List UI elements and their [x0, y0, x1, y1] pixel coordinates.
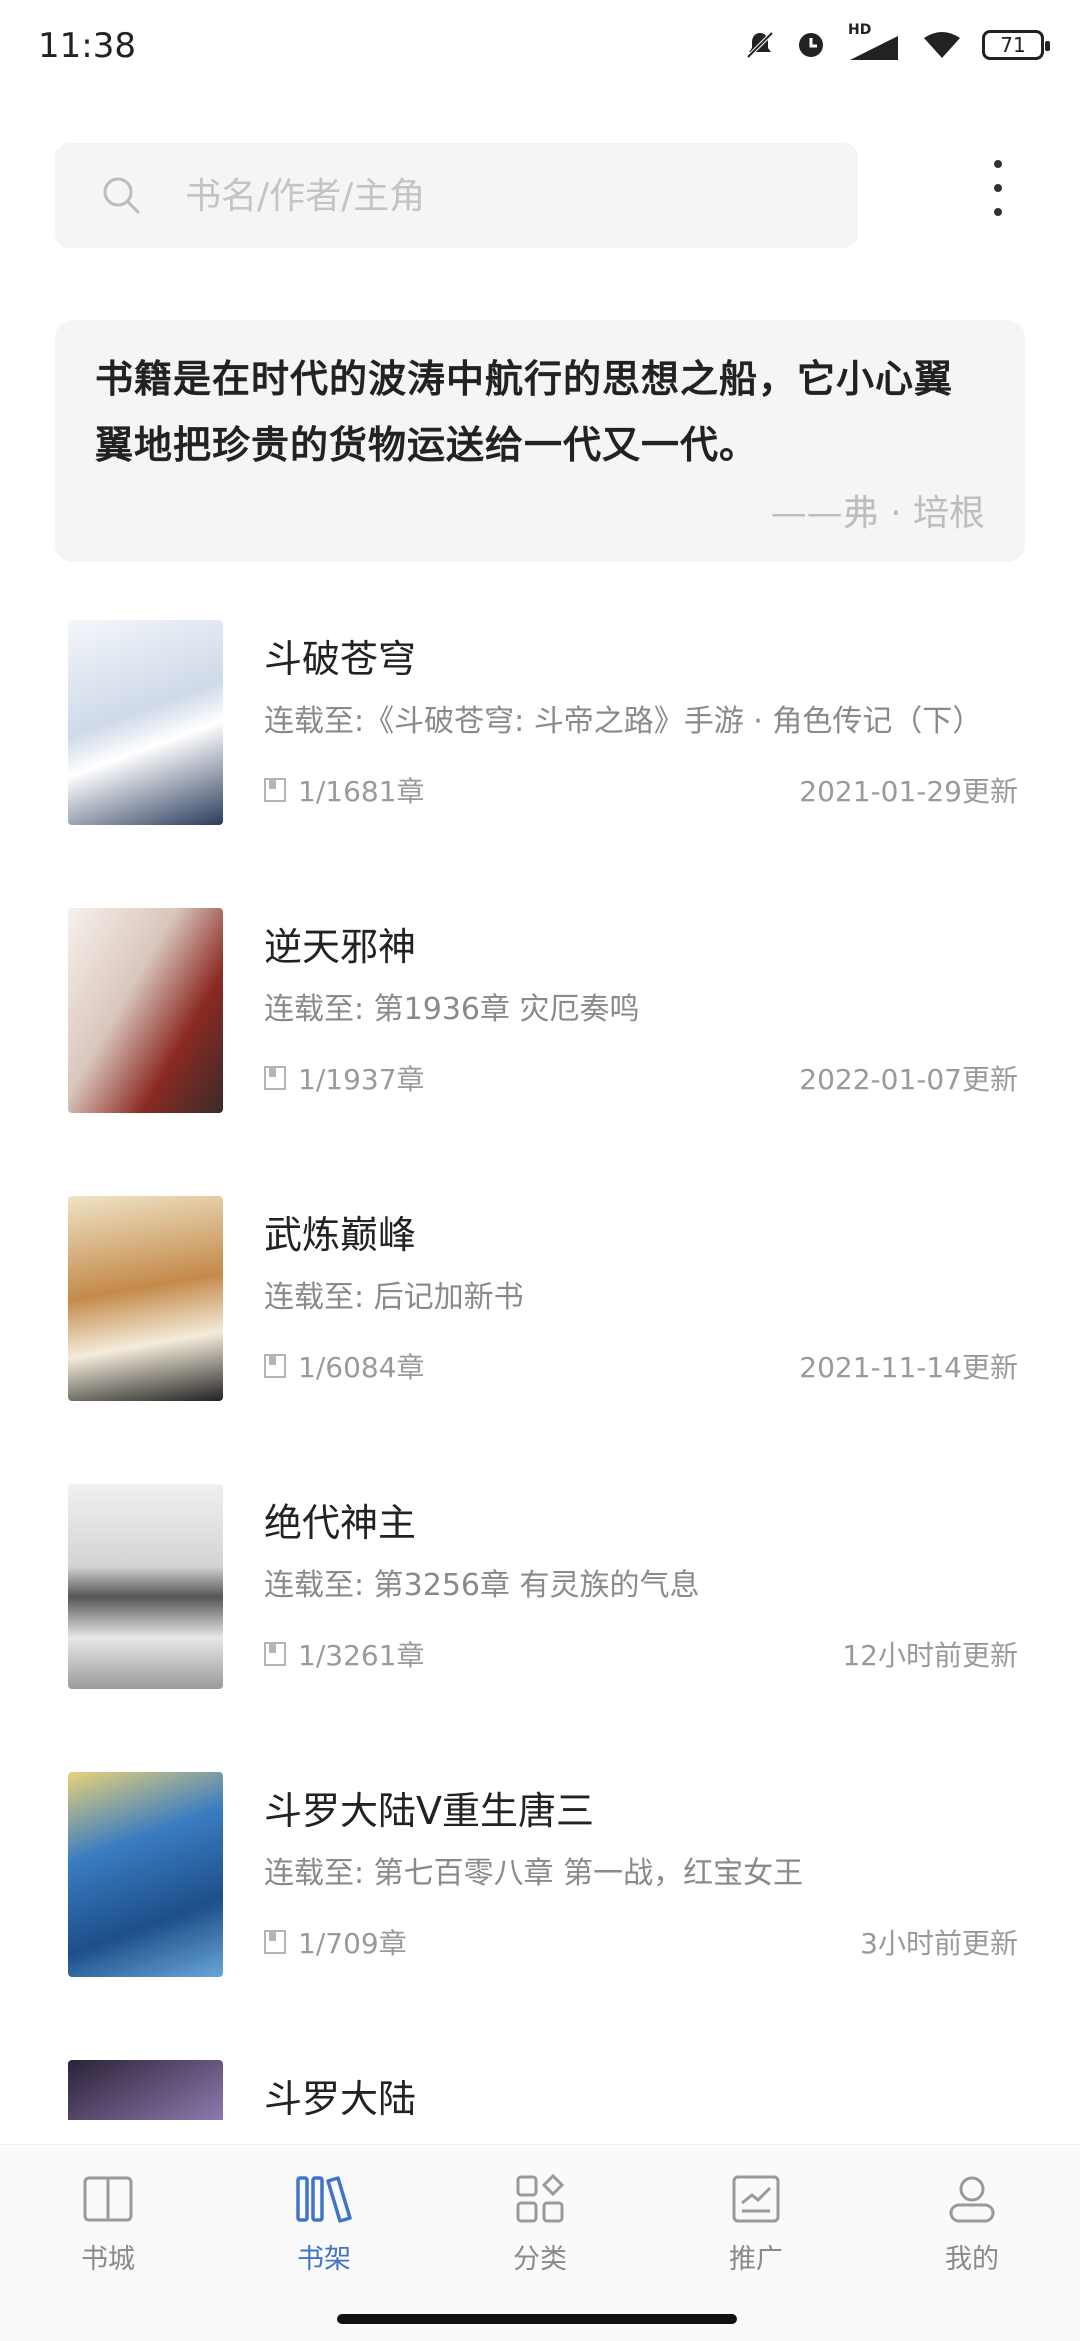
- quote-text: 书籍是在时代的波涛中航行的思想之船，它小心翼翼地把珍贵的货物运送给一代又一代。: [95, 356, 954, 467]
- tab-promote[interactable]: 推广: [696, 2173, 816, 2276]
- status-bar: 11:38 HD 71: [0, 0, 1080, 90]
- book-update-time: 2021-01-29更新: [799, 775, 1018, 808]
- bookmark-icon: [264, 1066, 286, 1090]
- search-input[interactable]: [183, 163, 807, 229]
- book-cover[interactable]: [68, 2060, 223, 2120]
- book-update-time: 12小时前更新: [842, 1639, 1018, 1672]
- search-icon: [103, 177, 140, 214]
- book-latest-chapter: 连载至: 第1936章 灾厄奏鸣: [264, 992, 640, 1027]
- book-cover[interactable]: [68, 1484, 223, 1689]
- book-item[interactable]: 斗罗大陆: [0, 2058, 1080, 2120]
- home-indicator[interactable]: [337, 2314, 737, 2324]
- book-cover[interactable]: [68, 908, 223, 1113]
- search-bar[interactable]: [55, 143, 858, 248]
- book-cover[interactable]: [68, 1772, 223, 1977]
- bookmark-icon: [264, 1354, 286, 1378]
- book-open-icon: [83, 2176, 133, 2222]
- more-menu-icon[interactable]: [978, 160, 1018, 216]
- tab-bookstore[interactable]: 书城: [48, 2173, 168, 2276]
- book-progress: 1/1681章: [264, 770, 425, 810]
- alarm-icon: [799, 33, 823, 57]
- bottom-tab-bar: 书城 书架 分类 推广 我的: [0, 2144, 1080, 2341]
- book-latest-chapter: 连载至: 后记加新书: [264, 1280, 524, 1315]
- book-progress-text: 1/3261章: [298, 1639, 425, 1672]
- book-progress-text: 1/6084章: [298, 1351, 425, 1384]
- status-time: 11:38: [38, 26, 136, 66]
- book-cover[interactable]: [68, 620, 223, 825]
- wifi-icon: [924, 32, 960, 58]
- book-latest-chapter: 连载至: 第七百零八章 第一战，红宝女王: [264, 1856, 804, 1891]
- book-cover[interactable]: [68, 1196, 223, 1401]
- book-update-time: 3小时前更新: [860, 1927, 1018, 1960]
- book-item[interactable]: 绝代神主 连载至: 第3256章 有灵族的气息 1/3261章 12小时前更新: [0, 1482, 1080, 1692]
- book-latest-chapter: 连载至:《斗破苍穹: 斗帝之路》手游 · 角色传记（下）: [264, 704, 983, 739]
- tab-profile[interactable]: 我的: [912, 2173, 1032, 2276]
- book-progress: 1/3261章: [264, 1634, 425, 1674]
- profile-icon: [949, 2176, 995, 2223]
- tab-label: 书城: [81, 2244, 135, 2275]
- battery-icon: 71: [982, 30, 1050, 60]
- tab-bookshelf[interactable]: 书架: [264, 2173, 384, 2276]
- book-progress: 1/6084章: [264, 1346, 425, 1386]
- hd-signal-icon: HD: [846, 22, 902, 62]
- book-item[interactable]: 逆天邪神 连载至: 第1936章 灾厄奏鸣 1/1937章 2022-01-07…: [0, 906, 1080, 1116]
- book-title: 斗罗大陆V重生唐三: [264, 1789, 594, 1833]
- book-progress: 1/1937章: [264, 1058, 425, 1098]
- book-title: 逆天邪神: [264, 925, 417, 969]
- tab-label: 我的: [945, 2244, 999, 2275]
- battery-level: 71: [1000, 33, 1026, 57]
- bookmark-icon: [264, 1642, 286, 1666]
- book-progress-text: 1/1937章: [298, 1063, 425, 1096]
- category-grid-icon: [516, 2173, 565, 2223]
- book-update-time: 2021-11-14更新: [799, 1351, 1018, 1384]
- book-progress: 1/709章: [264, 1922, 407, 1962]
- status-icons: HD 71: [744, 22, 1050, 62]
- book-title: 武炼巅峰: [264, 1213, 417, 1257]
- book-item[interactable]: 斗罗大陆V重生唐三 连载至: 第七百零八章 第一战，红宝女王 1/709章 3小…: [0, 1770, 1080, 1980]
- mute-icon: [746, 31, 774, 59]
- book-progress-text: 1/1681章: [298, 775, 425, 808]
- bookmark-icon: [264, 1930, 286, 1954]
- tab-label: 分类: [513, 2244, 567, 2275]
- quote-author: ——弗 · 培根: [770, 493, 985, 534]
- bookmark-icon: [264, 778, 286, 802]
- book-title: 斗破苍穹: [264, 637, 417, 681]
- bookshelf-list: 斗破苍穹 连载至:《斗破苍穹: 斗帝之路》手游 · 角色传记（下） 1/1681…: [0, 618, 1080, 2120]
- book-title: 斗罗大陆: [264, 2077, 417, 2120]
- book-progress-text: 1/709章: [298, 1927, 407, 1960]
- promote-chart-icon: [732, 2175, 780, 2223]
- book-item[interactable]: 斗破苍穹 连载至:《斗破苍穹: 斗帝之路》手游 · 角色传记（下） 1/1681…: [0, 618, 1080, 828]
- tab-category[interactable]: 分类: [480, 2173, 600, 2276]
- bookshelf-icon: [296, 2176, 352, 2223]
- book-item[interactable]: 武炼巅峰 连载至: 后记加新书 1/6084章 2021-11-14更新: [0, 1194, 1080, 1404]
- quote-card: 书籍是在时代的波涛中航行的思想之船，它小心翼翼地把珍贵的货物运送给一代又一代。 …: [55, 320, 1025, 562]
- tab-label: 书架: [297, 2244, 351, 2275]
- tab-label: 推广: [729, 2244, 783, 2275]
- book-update-time: 2022-01-07更新: [799, 1063, 1018, 1096]
- book-latest-chapter: 连载至: 第3256章 有灵族的气息: [264, 1568, 700, 1603]
- book-title: 绝代神主: [264, 1501, 417, 1545]
